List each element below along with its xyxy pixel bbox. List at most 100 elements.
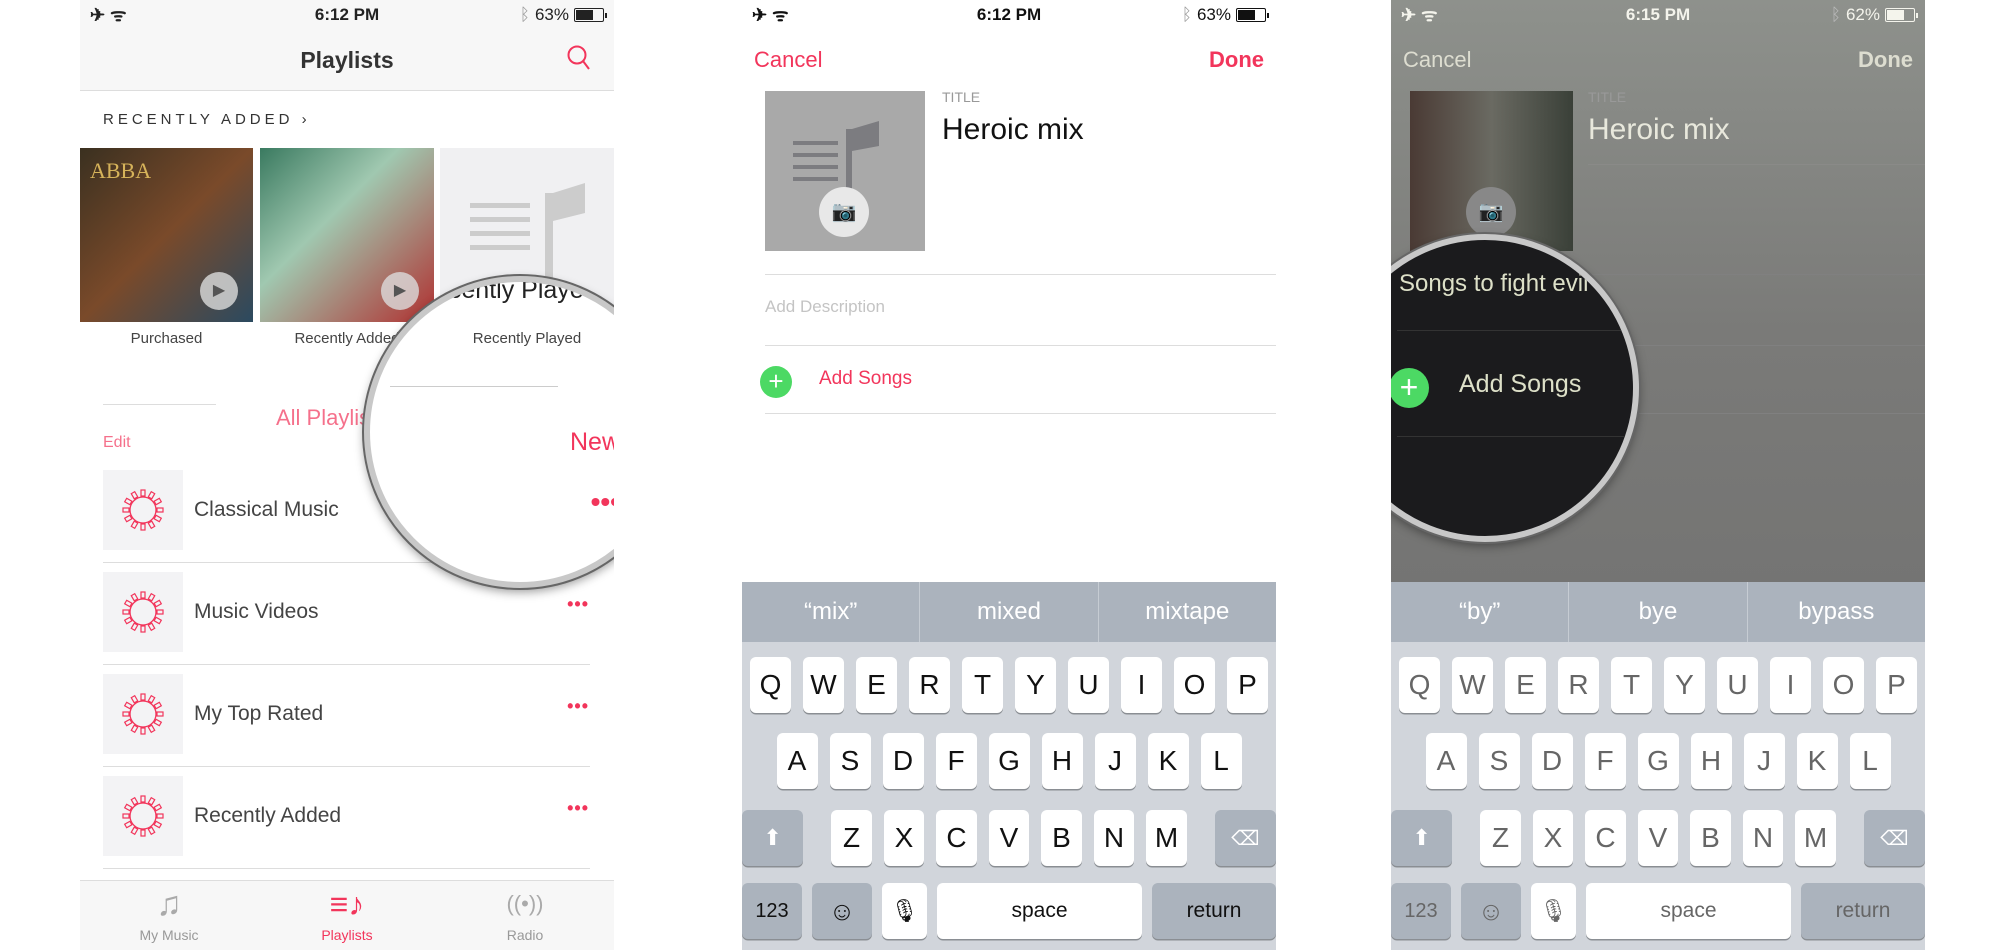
key-l[interactable]: L (1849, 733, 1891, 789)
tab-radio[interactable]: ((•)) Radio (436, 881, 614, 943)
numbers-key[interactable]: 123 (1391, 883, 1451, 939)
key-p[interactable]: P (1227, 657, 1268, 713)
description-input[interactable]: Add Description (765, 297, 885, 317)
title-input[interactable]: Heroic mix (942, 113, 1084, 147)
add-songs-button[interactable]: Add Songs (819, 368, 912, 390)
key-i[interactable]: I (1770, 657, 1811, 713)
search-icon[interactable] (566, 44, 592, 72)
key-v[interactable]: V (1637, 810, 1679, 866)
key-s[interactable]: S (1478, 733, 1520, 789)
key-s[interactable]: S (829, 733, 871, 789)
album-purchased[interactable]: ABBA ▶ (80, 148, 253, 322)
key-n[interactable]: N (1742, 810, 1784, 866)
delete-key[interactable]: ⌫ (1863, 810, 1925, 866)
key-e[interactable]: E (856, 657, 897, 713)
suggestion[interactable]: mixtape (1099, 582, 1276, 642)
key-a[interactable]: A (776, 733, 818, 789)
suggestion[interactable]: “mix” (742, 582, 921, 642)
key-o[interactable]: O (1823, 657, 1864, 713)
key-b[interactable]: B (1690, 810, 1731, 866)
cancel-button[interactable]: Cancel (754, 47, 822, 73)
key-f[interactable]: F (1584, 733, 1626, 789)
key-q[interactable]: Q (1399, 657, 1440, 713)
key-w[interactable]: W (803, 657, 844, 713)
key-a[interactable]: A (1425, 733, 1467, 789)
key-k[interactable]: K (1796, 733, 1838, 789)
key-m[interactable]: M (1795, 810, 1836, 866)
more-icon[interactable]: ••• (567, 798, 589, 819)
key-c[interactable]: C (936, 810, 977, 866)
key-y[interactable]: Y (1015, 657, 1056, 713)
playlist-artwork[interactable]: 📷 (765, 91, 925, 251)
shift-key[interactable]: ⬆ (742, 810, 804, 866)
play-icon[interactable]: ▶ (200, 272, 238, 310)
key-r[interactable]: R (909, 657, 950, 713)
key-t[interactable]: T (962, 657, 1003, 713)
emoji-key[interactable]: ☺ (812, 883, 872, 939)
description-input[interactable]: Songs to fight evil (1399, 270, 1588, 298)
key-m[interactable]: M (1146, 810, 1187, 866)
more-icon[interactable]: ••• (591, 486, 614, 518)
cancel-button[interactable]: Cancel (1403, 47, 1471, 73)
return-key[interactable]: return (1801, 883, 1925, 939)
playlist-artwork[interactable]: 📷 (1410, 91, 1573, 251)
key-v[interactable]: V (988, 810, 1030, 866)
emoji-key[interactable]: ☺ (1461, 883, 1521, 939)
key-y[interactable]: Y (1664, 657, 1705, 713)
done-button[interactable]: Done (1858, 47, 1913, 73)
key-r[interactable]: R (1558, 657, 1599, 713)
suggestion[interactable]: mixed (920, 582, 1099, 642)
key-o[interactable]: O (1174, 657, 1215, 713)
new-playlist-button[interactable]: New (570, 428, 614, 457)
numbers-key[interactable]: 123 (742, 883, 802, 939)
more-icon[interactable]: ••• (567, 594, 589, 615)
tab-playlists[interactable]: ≡♪ Playlists (258, 881, 436, 944)
playlist-row[interactable]: My Top Rated ••• (80, 674, 614, 767)
key-j[interactable]: J (1743, 733, 1785, 789)
add-songs-button[interactable]: Add Songs (1459, 370, 1581, 399)
return-key[interactable]: return (1152, 883, 1276, 939)
album-recently-added[interactable]: ▶ (260, 148, 434, 322)
key-w[interactable]: W (1452, 657, 1493, 713)
playlist-row[interactable]: Recently Added ••• (80, 776, 614, 869)
key-z[interactable]: Z (1480, 810, 1521, 866)
key-d[interactable]: D (882, 733, 924, 789)
shift-key[interactable]: ⬆ (1391, 810, 1453, 866)
more-icon[interactable]: ••• (567, 696, 589, 717)
key-g[interactable]: G (988, 733, 1030, 789)
done-button[interactable]: Done (1209, 47, 1264, 73)
delete-key[interactable]: ⌫ (1214, 810, 1276, 866)
key-u[interactable]: U (1068, 657, 1109, 713)
add-icon[interactable]: + (760, 366, 792, 398)
tab-my-music[interactable]: ♫ My Music (80, 881, 258, 944)
key-x[interactable]: X (883, 810, 925, 866)
key-f[interactable]: F (935, 733, 977, 789)
space-key[interactable]: space (1586, 883, 1791, 939)
play-icon[interactable]: ▶ (381, 272, 419, 310)
add-icon[interactable]: + (1391, 368, 1429, 408)
key-u[interactable]: U (1717, 657, 1758, 713)
key-j[interactable]: J (1094, 733, 1136, 789)
suggestion[interactable]: bye (1569, 582, 1748, 642)
key-g[interactable]: G (1637, 733, 1679, 789)
dictation-key[interactable]: 🎙 (1531, 883, 1576, 939)
key-i[interactable]: I (1121, 657, 1162, 713)
key-q[interactable]: Q (750, 657, 791, 713)
camera-icon[interactable]: 📷 (1466, 187, 1516, 237)
camera-icon[interactable]: 📷 (819, 187, 869, 237)
key-n[interactable]: N (1093, 810, 1135, 866)
key-b[interactable]: B (1041, 810, 1082, 866)
key-d[interactable]: D (1531, 733, 1573, 789)
key-e[interactable]: E (1505, 657, 1546, 713)
key-h[interactable]: H (1690, 733, 1732, 789)
key-p[interactable]: P (1876, 657, 1917, 713)
recently-added-link[interactable]: RECENTLY ADDED › (103, 111, 311, 128)
key-h[interactable]: H (1041, 733, 1083, 789)
key-c[interactable]: C (1585, 810, 1626, 866)
title-input[interactable]: Heroic mix (1588, 113, 1730, 147)
key-k[interactable]: K (1147, 733, 1189, 789)
key-l[interactable]: L (1200, 733, 1242, 789)
key-z[interactable]: Z (831, 810, 872, 866)
key-x[interactable]: X (1532, 810, 1574, 866)
suggestion[interactable]: “by” (1391, 582, 1570, 642)
